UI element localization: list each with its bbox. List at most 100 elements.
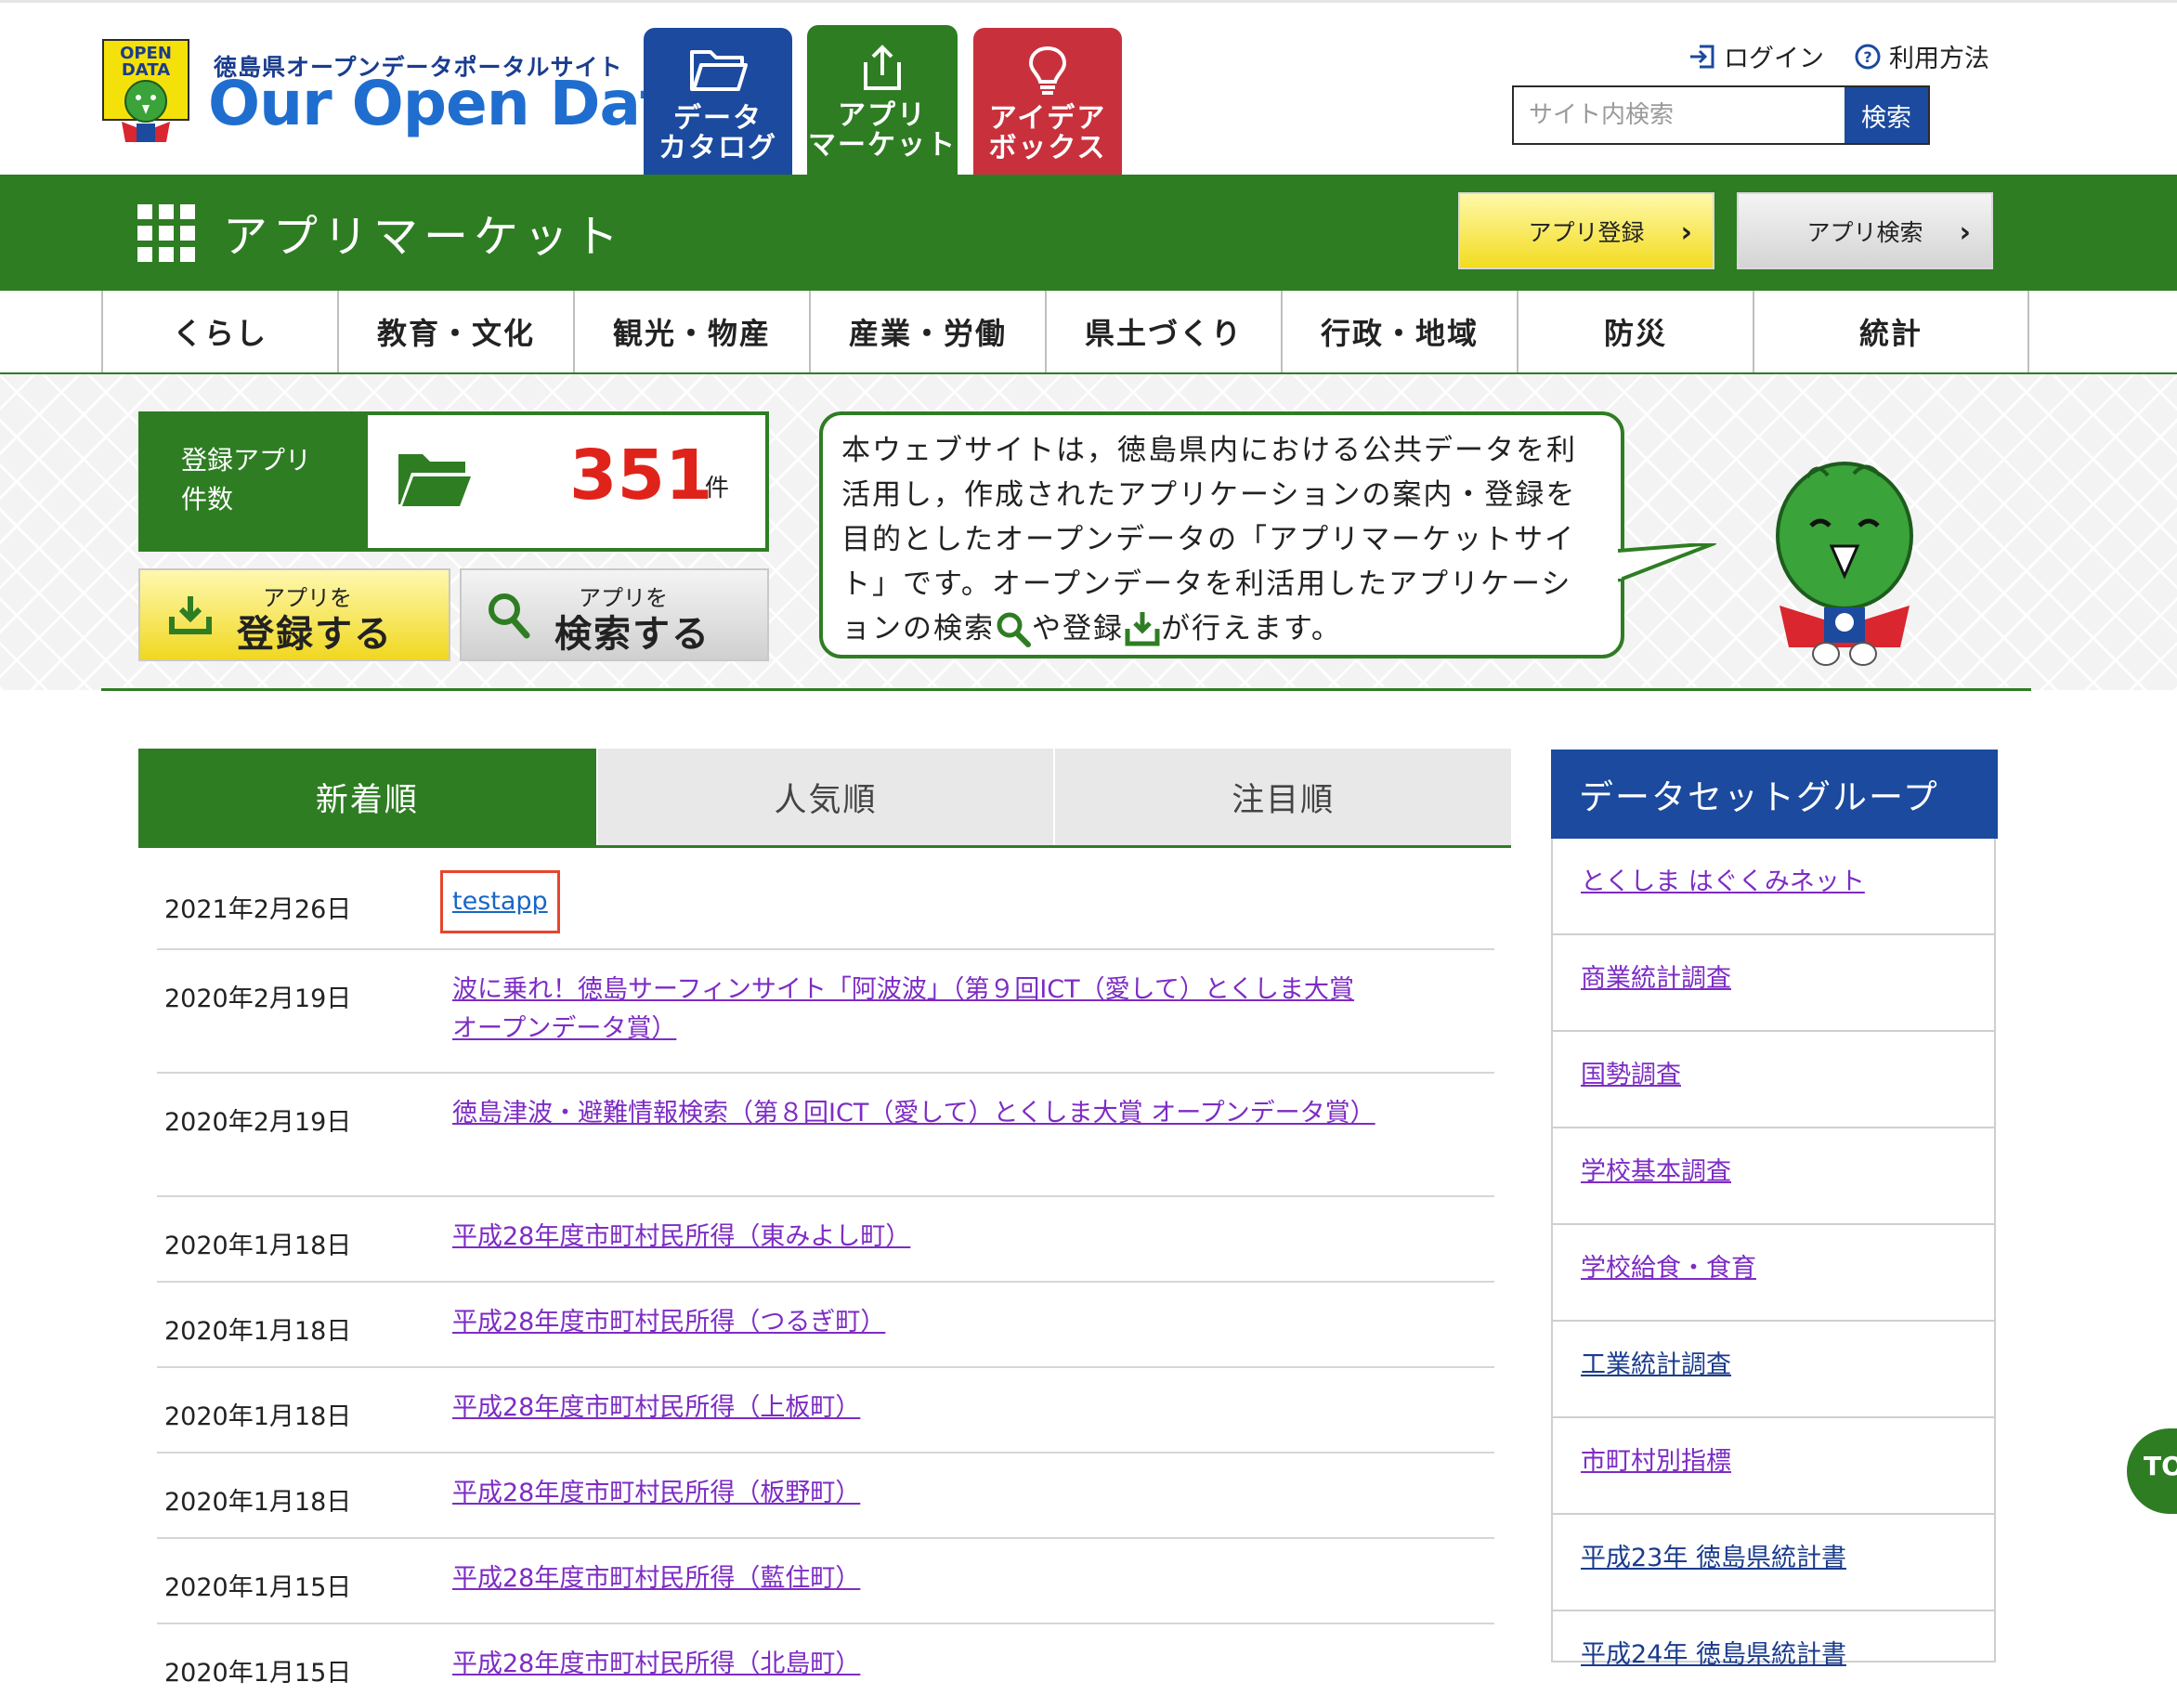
- list-item: 2020年1月18日 平成28年度市町村民所得（つるぎ町）: [157, 1283, 1494, 1368]
- search-app-button[interactable]: アプリを 検索する: [460, 568, 769, 661]
- upload-icon: [864, 45, 901, 90]
- sidebar-item-municipal-indicators[interactable]: 市町村別指標: [1553, 1418, 1994, 1515]
- app-link[interactable]: 平成28年度市町村民所得（板野町）: [452, 1474, 1381, 1513]
- tab-data-catalog-label: データ カタログ: [658, 102, 777, 164]
- category-administration[interactable]: 行政・地域: [1283, 291, 1519, 372]
- sidebar-item-stats-h24[interactable]: 平成24年 徳島県統計書: [1553, 1611, 1994, 1708]
- sidebar-item-census[interactable]: 国勢調査: [1553, 1032, 1994, 1128]
- app-register-label: アプリ登録: [1528, 218, 1645, 246]
- tab-popular[interactable]: 人気順: [595, 749, 1054, 845]
- tab-app-market[interactable]: アプリ マーケット: [807, 25, 958, 177]
- dataset-group-sidebar: データセットグループ とくしま はぐくみネット 商業統計調査 国勢調査 学校基本…: [1551, 750, 1998, 1669]
- sidebar-item-school-lunch[interactable]: 学校給食・食育: [1553, 1225, 1994, 1322]
- intro-text-3: が行えます。: [1161, 612, 1342, 645]
- page-title: アプリマーケット: [223, 211, 625, 263]
- grid-icon: [137, 204, 195, 262]
- category-disaster[interactable]: 防災: [1519, 291, 1754, 372]
- folder-open-icon: [398, 454, 471, 506]
- svg-text:DATA: DATA: [122, 60, 170, 80]
- app-search-label: アプリ検索: [1806, 218, 1923, 246]
- category-tourism[interactable]: 観光・物産: [575, 291, 811, 372]
- category-statistics[interactable]: 統計: [1754, 291, 2029, 372]
- list-item: 2020年2月19日 波に乗れ！徳島サーフィンサイト「阿波波」（第９回ICT（愛…: [157, 950, 1494, 1074]
- app-search-button[interactable]: アプリ検索 ›: [1737, 192, 1993, 269]
- app-date: 2020年1月18日: [164, 1402, 352, 1431]
- help-label: 利用方法: [1889, 45, 1989, 73]
- svg-text:?: ?: [1863, 48, 1871, 66]
- site-logo-text[interactable]: Our Open Data: [208, 73, 710, 135]
- login-link[interactable]: ログイン: [1688, 38, 1824, 74]
- app-link[interactable]: 平成28年度市町村民所得（上板町）: [452, 1389, 1381, 1428]
- category-industry[interactable]: 産業・労働: [811, 291, 1047, 372]
- download-tray-icon: [169, 596, 212, 634]
- site-search-input[interactable]: [1514, 87, 1845, 143]
- app-date: 2020年2月19日: [164, 984, 352, 1013]
- sidebar-item-industry-survey[interactable]: 工業統計調査: [1553, 1322, 1994, 1418]
- sort-tabs: 新着順 人気順 注目順: [138, 749, 1512, 848]
- help-link[interactable]: ? 利用方法: [1854, 38, 1989, 74]
- hero-divider: [101, 688, 2031, 691]
- chevron-right-icon: ›: [1959, 216, 1971, 249]
- app-register-button[interactable]: アプリ登録 ›: [1458, 192, 1714, 269]
- magnifier-icon: [489, 593, 530, 639]
- list-item: 2020年2月19日 徳島津波・避難情報検索（第８回ICT（愛して）とくしま大賞…: [157, 1074, 1494, 1197]
- category-nav: くらし 教育・文化 観光・物産 産業・労働 県土づくり 行政・地域 防災 統計: [0, 291, 2177, 374]
- download-tray-icon: [1125, 612, 1160, 646]
- list-item: 2020年1月18日 平成28年度市町村民所得（板野町）: [157, 1454, 1494, 1539]
- sidebar-item-hagukumi[interactable]: とくしま はぐくみネット: [1553, 839, 1994, 935]
- tab-app-market-label: アプリ マーケット: [808, 99, 957, 162]
- tab-idea-box[interactable]: アイデア ボックス: [973, 28, 1122, 177]
- app-link[interactable]: 平成28年度市町村民所得（北島町）: [452, 1645, 1381, 1684]
- app-link[interactable]: 波に乗れ！徳島サーフィンサイト「阿波波」（第９回ICT（愛して）とくしま大賞 オ…: [452, 971, 1381, 1049]
- app-date: 2020年1月18日: [164, 1232, 352, 1260]
- app-link[interactable]: 平成28年度市町村民所得（つるぎ町）: [452, 1303, 1381, 1342]
- site-header: OPEN DATA 徳島県オープンデータポータルサイト Our Open Dat…: [0, 0, 2177, 177]
- tab-newest[interactable]: 新着順: [138, 749, 596, 845]
- app-date: 2020年1月18日: [164, 1488, 352, 1517]
- category-land[interactable]: 県土づくり: [1047, 291, 1283, 372]
- site-search-button[interactable]: 検索: [1845, 87, 1928, 143]
- magnifier-icon: [997, 612, 1031, 647]
- app-date: 2020年1月15日: [164, 1573, 352, 1602]
- app-date: 2020年1月15日: [164, 1659, 352, 1688]
- app-count-box: 登録アプリ 件数 351 件: [138, 411, 769, 552]
- sidebar-item-school-survey[interactable]: 学校基本調査: [1553, 1128, 1994, 1225]
- mascot-character-icon: [1776, 462, 1913, 666]
- sidebar-item-commerce-survey[interactable]: 商業統計調査: [1553, 935, 1994, 1032]
- app-count-label: 登録アプリ 件数: [142, 415, 368, 548]
- list-item: 2020年1月15日 平成28年度市町村民所得（北島町）: [157, 1624, 1494, 1688]
- app-link[interactable]: 平成28年度市町村民所得（東みよし町）: [452, 1218, 1381, 1257]
- lightbulb-icon: [1028, 46, 1067, 95]
- app-count-value: 351: [569, 436, 713, 515]
- app-list: 2021年2月26日 testapp 2020年2月19日 波に乗れ！徳島サーフ…: [157, 848, 1494, 1688]
- app-link[interactable]: 徳島津波・避難情報検索（第８回ICT（愛して）とくしま大賞 オープンデータ賞）: [452, 1094, 1381, 1133]
- tab-data-catalog[interactable]: データ カタログ: [644, 28, 792, 177]
- question-icon: ?: [1855, 44, 1881, 69]
- app-count-unit: 件: [705, 475, 730, 502]
- app-link[interactable]: testapp: [440, 870, 560, 933]
- list-item: 2021年2月26日 testapp: [157, 848, 1494, 950]
- chevron-right-icon: ›: [1680, 216, 1692, 249]
- intro-speech-bubble: 本ウェブサイトは，徳島県内における公共データを利活用し，作成されたアプリケーショ…: [819, 411, 1624, 658]
- site-search: 検索: [1512, 85, 1930, 145]
- app-date: 2020年1月18日: [164, 1317, 352, 1346]
- intro-text-2: や登録: [1032, 612, 1124, 645]
- app-date: 2020年2月19日: [164, 1108, 352, 1137]
- sidebar-title: データセットグループ: [1551, 750, 1998, 839]
- login-label: ログイン: [1724, 45, 1824, 73]
- open-data-logo-icon[interactable]: OPEN DATA: [101, 38, 190, 146]
- list-item: 2020年1月15日 平成28年度市町村民所得（藍住町）: [157, 1539, 1494, 1624]
- register-app-button[interactable]: アプリを 登録する: [138, 568, 450, 661]
- list-item: 2020年1月18日 平成28年度市町村民所得（上板町）: [157, 1368, 1494, 1454]
- tab-idea-box-label: アイデア ボックス: [988, 102, 1107, 164]
- tab-featured[interactable]: 注目順: [1053, 749, 1512, 845]
- back-to-top-button[interactable]: TO: [2127, 1428, 2177, 1514]
- search-app-big: 検索する: [554, 613, 710, 656]
- category-education[interactable]: 教育・文化: [339, 291, 575, 372]
- app-date: 2021年2月26日: [164, 895, 352, 924]
- login-icon: [1690, 45, 1714, 68]
- app-link[interactable]: 平成28年度市町村民所得（藍住町）: [452, 1559, 1381, 1598]
- category-kurashi[interactable]: くらし: [103, 291, 339, 372]
- sidebar-item-stats-h23[interactable]: 平成23年 徳島県統計書: [1553, 1515, 1994, 1611]
- register-app-big: 登録する: [237, 613, 393, 656]
